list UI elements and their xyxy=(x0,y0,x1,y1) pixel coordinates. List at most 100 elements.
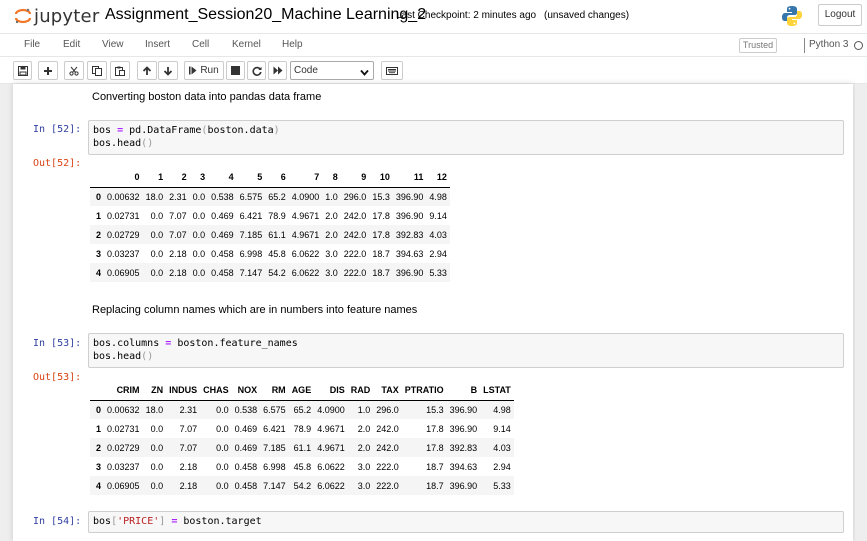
table-cell: 0.0 xyxy=(150,248,164,259)
python-logo-icon xyxy=(780,4,804,28)
table-cell: 4.0900 xyxy=(291,191,320,202)
table-cell: 2.18 xyxy=(169,267,187,278)
row-index: 2 xyxy=(96,442,102,453)
menu-insert[interactable]: Insert xyxy=(145,39,170,50)
column-header: RAD xyxy=(347,381,374,401)
table-cell: 2.0 xyxy=(325,210,338,221)
column-header: CRIM xyxy=(104,381,143,401)
interrupt-kernel-button[interactable] xyxy=(226,61,245,80)
table-cell: 0.00632 xyxy=(107,191,140,202)
table-cell: 6.421 xyxy=(239,210,263,221)
row-index: 0 xyxy=(96,404,102,415)
copy-cell-button[interactable] xyxy=(87,61,107,80)
table-cell: 2.0 xyxy=(357,423,371,434)
code-line: bos['PRICE'] = boston.target xyxy=(93,516,262,527)
notebook-area: Converting boston data into pandas data … xyxy=(0,84,867,541)
run-button[interactable]: Run xyxy=(184,61,224,80)
table-cell: 3.0 xyxy=(325,248,338,259)
move-up-button[interactable] xyxy=(137,61,157,80)
row-index: 2 xyxy=(96,229,102,240)
table-cell: 18.7 xyxy=(426,480,444,491)
menu-cell[interactable]: Cell xyxy=(192,39,209,50)
menu-kernel[interactable]: Kernel xyxy=(232,39,261,50)
table-cell: 2.18 xyxy=(179,480,198,491)
table-cell: 0.458 xyxy=(234,480,258,491)
table-cell: 78.9 xyxy=(268,210,286,221)
table-header-row: CRIM ZN INDUS CHAS NOX RM AGE DIS RAD TAX PTRATIO B… xyxy=(90,381,514,401)
table-cell: 222.0 xyxy=(376,480,399,491)
column-header xyxy=(90,168,105,188)
column-header: 11 xyxy=(392,168,427,188)
fast-forward-icon xyxy=(273,66,283,75)
table-cell: 7.07 xyxy=(179,423,198,434)
table-cell: 61.1 xyxy=(268,229,286,240)
table-cell: 3.0 xyxy=(357,480,371,491)
table-cell: 0.06905 xyxy=(107,480,140,491)
notebook-name[interactable]: Assignment_Session20_Machine Learning_2 xyxy=(105,6,426,24)
cell-type-select[interactable]: Code xyxy=(290,61,374,80)
table-cell: 396.90 xyxy=(449,423,478,434)
table-cell: 0.469 xyxy=(211,229,234,240)
plus-icon xyxy=(43,66,53,76)
trusted-indicator[interactable]: Trusted xyxy=(739,38,777,53)
insert-cell-button[interactable] xyxy=(38,61,58,80)
table-cell: 2.18 xyxy=(169,248,187,259)
table-cell: 1.0 xyxy=(325,191,338,202)
restart-kernel-button[interactable] xyxy=(247,61,266,80)
table-cell: 0.0 xyxy=(192,248,206,259)
table-cell: 222.0 xyxy=(343,267,367,278)
row-index: 1 xyxy=(96,423,102,434)
code-line: bos = pd.DataFrame(boston.data) xyxy=(93,125,280,136)
menu-help[interactable]: Help xyxy=(282,39,303,50)
table-cell: 54.2 xyxy=(293,480,312,491)
column-header: 9 xyxy=(340,168,370,188)
cell-53-code-input[interactable]: bos.columns = boston.feature_names bos.h… xyxy=(88,333,844,368)
table-cell: 0.02729 xyxy=(107,442,140,453)
column-header xyxy=(90,381,105,401)
table-row: 2 0.02729 0.0 7.07 0.0 0.469 7.185 61.1 4.9671 2.… xyxy=(90,438,514,457)
cell-54-code-input[interactable]: bos['PRICE'] = boston.target xyxy=(88,511,844,533)
paste-cell-button[interactable] xyxy=(110,61,130,80)
table-cell: 242.0 xyxy=(376,442,399,453)
step-forward-icon xyxy=(189,66,197,75)
column-header: NOX xyxy=(231,381,261,401)
restart-run-all-button[interactable] xyxy=(268,61,287,80)
table-cell: 0.0 xyxy=(150,480,164,491)
menu-edit[interactable]: Edit xyxy=(63,39,80,50)
table-row: 3 0.03237 0.0 2.18 0.0 0.458 6.998 45.8 6.0622 3.… xyxy=(90,457,514,476)
table-row: 1 0.02731 0.0 7.07 0.0 0.469 6.421 78.9 4.9671 2.… xyxy=(90,206,450,225)
table-cell: 394.63 xyxy=(449,461,478,472)
run-label: Run xyxy=(200,65,219,76)
table-cell: 15.3 xyxy=(426,404,444,415)
table-cell: 396.90 xyxy=(449,480,478,491)
column-header: LSTAT xyxy=(480,381,514,401)
kernel-divider xyxy=(804,38,805,53)
table-cell: 5.33 xyxy=(429,267,447,278)
menu-view[interactable]: View xyxy=(102,39,124,50)
command-palette-button[interactable] xyxy=(381,61,403,80)
table-cell: 4.9671 xyxy=(317,423,345,434)
table-cell: 7.185 xyxy=(239,229,263,240)
menu-file[interactable]: File xyxy=(24,39,40,50)
cut-cell-button[interactable] xyxy=(64,61,84,80)
jupyter-logo[interactable]: jupyter xyxy=(14,5,99,27)
column-header: 5 xyxy=(236,168,266,188)
table-cell: 45.8 xyxy=(268,248,286,259)
table-cell: 4.9671 xyxy=(291,210,320,221)
table-cell: 0.0 xyxy=(192,191,206,202)
table-cell: 4.98 xyxy=(429,191,447,202)
logout-button[interactable]: Logout xyxy=(818,4,862,26)
cell-53-out-prompt: Out[53]: xyxy=(33,372,82,383)
move-down-button[interactable] xyxy=(158,61,178,80)
code-line: bos.head() xyxy=(93,138,154,149)
menubar: File Edit View Insert Cell Kernel Help T… xyxy=(0,33,867,57)
cell-52-code-input[interactable]: bos = pd.DataFrame(boston.data) bos.head… xyxy=(88,120,844,155)
table-cell: 2.94 xyxy=(493,461,511,472)
table-cell: 222.0 xyxy=(343,248,367,259)
save-button[interactable] xyxy=(13,61,32,80)
table-cell: 45.8 xyxy=(293,461,312,472)
scrollbar[interactable] xyxy=(855,84,867,541)
table-cell: 2.31 xyxy=(179,404,198,415)
jupyter-logo-text: jupyter xyxy=(34,5,100,27)
table-cell: 0.0 xyxy=(216,442,229,453)
